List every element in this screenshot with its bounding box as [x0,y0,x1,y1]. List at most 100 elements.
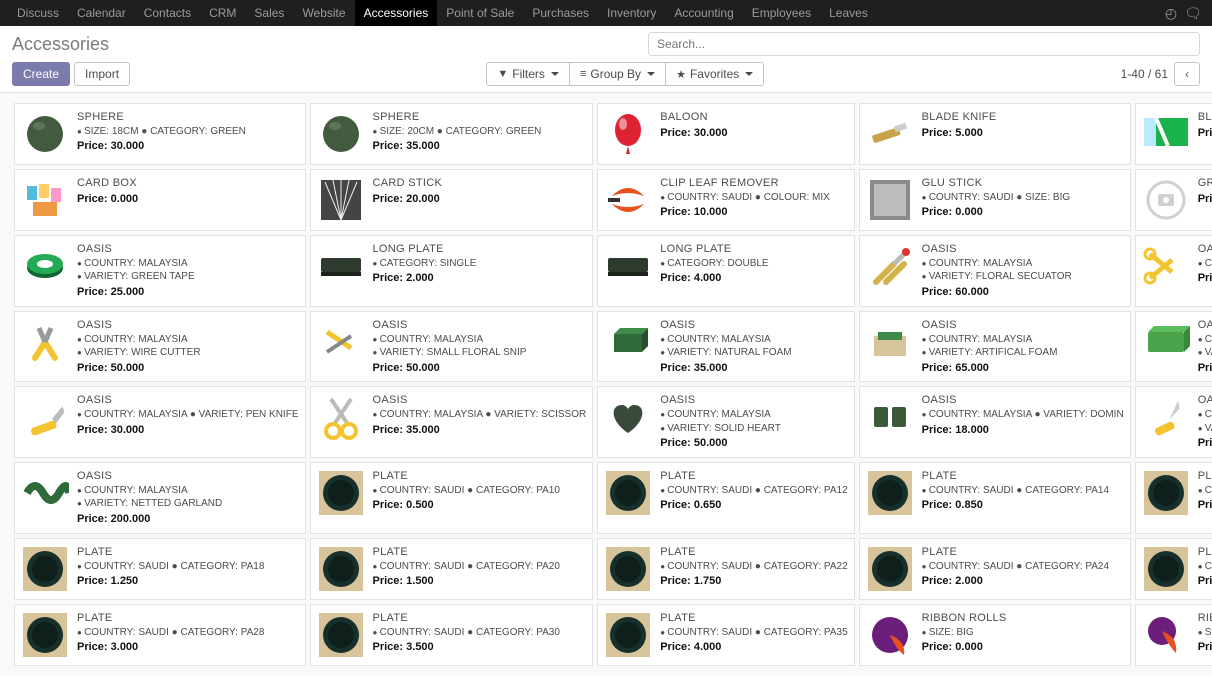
nav-item-accounting[interactable]: Accounting [665,0,742,26]
product-card[interactable]: OASISCOUNTRY: MALAYSIAVARIETY: FLORAL SE… [859,235,1131,307]
product-info: CARD BOXPrice: 0.000 [77,176,299,224]
control-panel: Accessories Create Import ▼Filters ≡Grou… [0,26,1212,93]
activity-icon[interactable]: ◴ [1160,5,1182,22]
product-card[interactable]: OASISCOUNTRY: MALAYSIAVARIETY: SMALL FLO… [310,311,594,383]
product-price: Price: 2.500 [1198,574,1212,589]
product-attr: COUNTRY: MALAYSIA [77,484,299,498]
messages-icon[interactable]: 🗨 [1182,5,1204,22]
product-price: Price: 200.000 [77,512,299,527]
product-card[interactable]: OASISCOUNTRY: MALAYSIAVARIETY: NATURAL F… [597,311,854,383]
product-card[interactable]: LONG PLATECATEGORY: DOUBLEPrice: 4.000 [597,235,854,307]
product-info: BALOONPrice: 30.000 [660,110,847,158]
nav-item-purchases[interactable]: Purchases [523,0,598,26]
product-attr: COUNTRY: MALAYSIA [922,333,1124,347]
product-card[interactable]: GLU STICKCOUNTRY: SAUDI ● SIZE: BIGPrice… [859,169,1131,231]
product-info: LONG PLATECATEGORY: SINGLEPrice: 2.000 [373,242,587,300]
product-thumb [1142,545,1190,593]
product-card[interactable]: OASISCOUNTRY: MALAYSIAVARIETY: SINGLE FO… [1135,311,1212,383]
product-title: OASIS [373,318,587,333]
product-card[interactable]: GRAND LADYPrice: 10.000 [1135,169,1212,231]
product-attr: COUNTRY: MALAYSIA [1198,408,1212,422]
product-info: PLATECOUNTRY: SAUDI ● CATEGORY: ...Price… [1198,469,1212,527]
product-thumb [21,110,69,158]
product-card[interactable]: BALOONPrice: 30.000 [597,103,854,165]
product-thumb [21,318,69,366]
product-title: PLATE [373,545,587,560]
product-card[interactable]: OASISCOUNTRY: MALAYSIAVARIETY: NETTED GA… [14,462,306,534]
product-card[interactable]: PLATECOUNTRY: SAUDI ● CATEGORY: PA14Pric… [859,462,1131,534]
nav-item-sales[interactable]: Sales [245,0,293,26]
product-card[interactable]: LONG PLATECATEGORY: SINGLEPrice: 2.000 [310,235,594,307]
product-card[interactable]: OASISCOUNTRY: MALAYSIAVARIETY: WIRE CUTT… [14,311,306,383]
filters-button[interactable]: ▼Filters [486,62,570,86]
nav-item-point-of-sale[interactable]: Point of Sale [437,0,523,26]
product-card[interactable]: OASISCOUNTRY: MALAYSIA ● VARIETY: ...Pri… [1135,235,1212,307]
create-button[interactable]: Create [12,62,70,86]
product-price: Price: 2.000 [922,574,1124,589]
product-info: SPHERESIZE: 20CM ● CATEGORY: GREENPrice:… [373,110,587,158]
favorites-button[interactable]: ★Favorites [665,62,764,86]
product-thumb [317,469,365,517]
pager-info[interactable]: 1-40 / 61 [1121,67,1168,81]
nav-item-contacts[interactable]: Contacts [135,0,200,26]
product-card[interactable]: PLATECOUNTRY: SAUDI ● CATEGORY: PA20Pric… [310,538,594,600]
groupby-button[interactable]: ≡Group By [569,62,666,86]
product-attr: COUNTRY: SAUDI ● SIZE: BIG [922,191,1124,205]
product-card[interactable]: OASISCOUNTRY: MALAYSIAVARIETY: GREEN TAP… [14,235,306,307]
product-attr: COUNTRY: MALAYSIA [77,257,299,271]
nav-item-crm[interactable]: CRM [200,0,245,26]
search-input[interactable] [648,32,1200,56]
product-thumb [21,242,69,290]
nav-item-website[interactable]: Website [293,0,354,26]
product-attr: COUNTRY: SAUDI ● CATEGORY: PA22 [660,560,847,574]
product-attr: SIZE: 18CM ● CATEGORY: GREEN [77,125,299,139]
product-card[interactable]: BLADE STRIPSPrice: 40.000 [1135,103,1212,165]
nav-item-discuss[interactable]: Discuss [8,0,68,26]
product-title: CARD BOX [77,176,299,191]
product-card[interactable]: PLATECOUNTRY: SAUDI ● CATEGORY: PA12Pric… [597,462,854,534]
product-price: Price: 0.000 [922,205,1124,220]
product-thumb [604,393,652,441]
product-info: OASISCOUNTRY: MALAYSIAVARIETY: FLORAL SE… [922,242,1124,300]
product-title: OASIS [1198,318,1212,333]
product-card[interactable]: CARD BOXPrice: 0.000 [14,169,306,231]
product-card[interactable]: PLATECOUNTRY: SAUDI ● CATEGORY: PA10Pric… [310,462,594,534]
product-card[interactable]: OASISCOUNTRY: MALAYSIAVARIETY: FLORAL KN… [1135,386,1212,458]
nav-item-calendar[interactable]: Calendar [68,0,135,26]
product-card[interactable]: OASISCOUNTRY: MALAYSIA ● VARIETY: PEN KN… [14,386,306,458]
nav-item-employees[interactable]: Employees [743,0,820,26]
product-card[interactable]: PLATECOUNTRY: SAUDI ● CATEGORY: ...Price… [1135,462,1212,534]
product-card[interactable]: PLATECOUNTRY: SAUDI ● CATEGORY: PA18Pric… [14,538,306,600]
product-thumb [317,242,365,290]
product-thumb [317,545,365,593]
import-button[interactable]: Import [74,62,130,86]
product-price: Price: 1.750 [660,574,847,589]
top-navbar: DiscussCalendarContactsCRMSalesWebsiteAc… [0,0,1212,26]
product-card[interactable]: SPHERESIZE: 18CM ● CATEGORY: GREENPrice:… [14,103,306,165]
product-info: OASISCOUNTRY: MALAYSIAVARIETY: SOLID HEA… [660,393,847,451]
product-price: Price: 30.000 [77,423,299,438]
product-card[interactable]: BLADE KNIFEPrice: 5.000 [859,103,1131,165]
pager-prev-button[interactable]: ‹ [1174,62,1200,86]
product-card[interactable]: PLATECOUNTRY: SAUDI ● CATEGORY: PA24Pric… [859,538,1131,600]
nav-item-leaves[interactable]: Leaves [820,0,877,26]
product-card[interactable]: CLIP LEAF REMOVERCOUNTRY: SAUDI ● COLOUR… [597,169,854,231]
product-price: Price: 0.000 [1198,640,1212,655]
product-attr: COUNTRY: SAUDI ● CATEGORY: PA18 [77,560,299,574]
nav-item-accessories[interactable]: Accessories [355,0,438,26]
product-info: OASISCOUNTRY: MALAYSIA ● VARIETY: DOMINP… [922,393,1124,451]
product-card[interactable]: CARD STICKPrice: 20.000 [310,169,594,231]
product-title: OASIS [77,393,299,408]
nav-item-inventory[interactable]: Inventory [598,0,665,26]
product-card[interactable]: OASISCOUNTRY: MALAYSIAVARIETY: SOLID HEA… [597,386,854,458]
product-card[interactable]: PLATECOUNTRY: SAUDI ● CATEGORY: ...Price… [1135,538,1212,600]
product-info: CLIP LEAF REMOVERCOUNTRY: SAUDI ● COLOUR… [660,176,847,224]
product-card[interactable]: SPHERESIZE: 20CM ● CATEGORY: GREENPrice:… [310,103,594,165]
product-card[interactable]: OASISCOUNTRY: MALAYSIA ● VARIETY: SCISSO… [310,386,594,458]
product-card[interactable]: OASISCOUNTRY: MALAYSIA ● VARIETY: DOMINP… [859,386,1131,458]
product-attr: COUNTRY: MALAYSIA ● VARIETY: DOMIN [922,408,1124,422]
product-card[interactable]: OASISCOUNTRY: MALAYSIAVARIETY: ARTIFICAL… [859,311,1131,383]
product-card[interactable]: PLATECOUNTRY: SAUDI ● CATEGORY: PA22Pric… [597,538,854,600]
product-thumb [317,393,365,441]
product-thumb [604,110,652,158]
